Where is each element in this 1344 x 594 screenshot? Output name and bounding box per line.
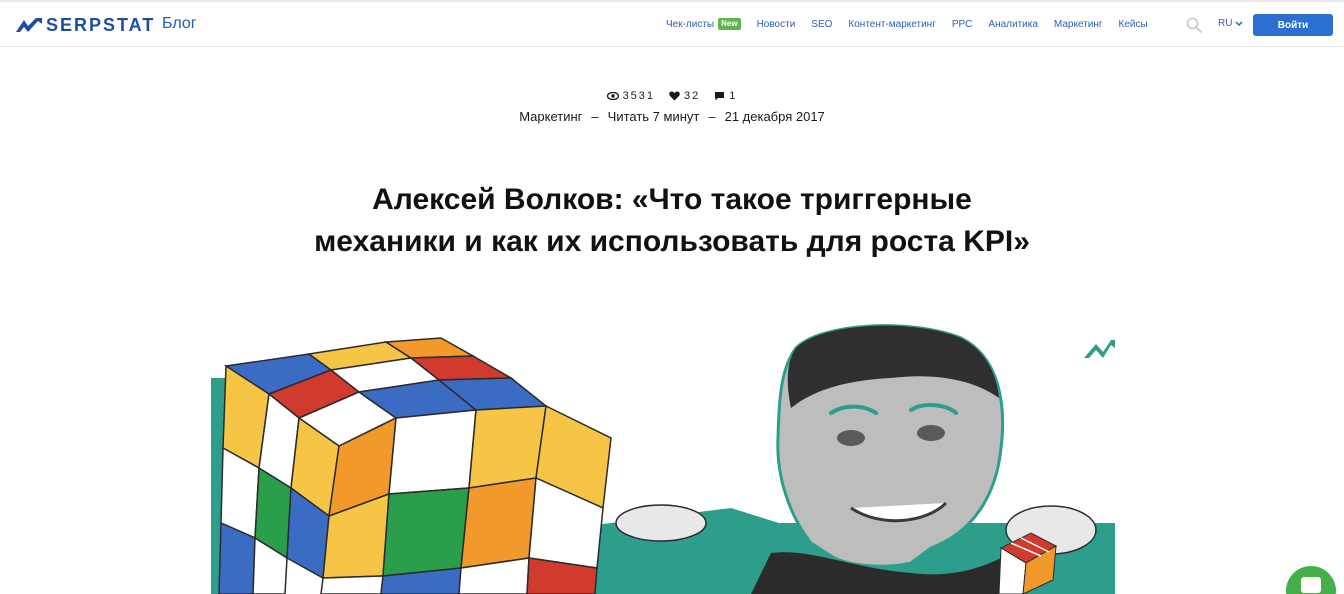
nav-item-analytics[interactable]: Аналитика	[988, 19, 1038, 30]
main-nav: Чек-листы New Новости SEO Контент-маркет…	[666, 18, 1164, 30]
new-badge: New	[718, 18, 741, 30]
article-title: Алексей Волков: «Что такое триггерные ме…	[272, 179, 1072, 263]
read-time: Читать 7 минут	[607, 109, 700, 124]
serpstat-logo[interactable]: SERPSTAT	[16, 14, 155, 36]
nav-item-ppc[interactable]: PPC	[952, 19, 973, 30]
comment-icon	[715, 92, 725, 101]
language-label: RU	[1218, 18, 1233, 29]
serpstat-watermark-icon	[1084, 340, 1115, 358]
nav-item-checklists[interactable]: Чек-листы New	[666, 18, 741, 30]
search-icon[interactable]	[1186, 17, 1202, 33]
rubik-cube-graphic	[218, 337, 612, 594]
chevron-down-icon	[1235, 20, 1243, 26]
nav-item-seo[interactable]: SEO	[811, 19, 832, 30]
publish-date: 21 декабря 2017	[724, 109, 825, 124]
comments-count: 1	[729, 90, 738, 102]
meta-separator: –	[591, 109, 599, 124]
login-button[interactable]: Войти	[1253, 14, 1333, 36]
language-selector[interactable]: RU	[1218, 18, 1243, 29]
title-line-2: механики и как их использовать для роста…	[314, 225, 1030, 258]
likes-stat: 32	[669, 90, 700, 102]
nav-item-marketing[interactable]: Маркетинг	[1054, 19, 1103, 30]
heart-icon	[669, 91, 680, 101]
views-count: 3531	[622, 90, 656, 102]
category-link[interactable]: Маркетинг	[519, 109, 582, 124]
article-meta: Маркетинг – Читать 7 минут –21 декабря 2017	[0, 109, 1344, 124]
top-divider	[0, 0, 1344, 2]
article-stats: 3531 32 1	[0, 90, 1344, 102]
serpstat-logo-icon	[16, 18, 42, 32]
meta-separator: –	[708, 109, 716, 124]
chat-icon	[1301, 577, 1321, 593]
views-stat: 3531	[606, 90, 656, 102]
eye-icon	[606, 92, 619, 100]
nav-item-content-marketing[interactable]: Контент-маркетинг	[848, 19, 935, 30]
blog-link[interactable]: Блог	[162, 15, 197, 33]
chat-widget-button[interactable]	[1286, 566, 1336, 594]
likes-count: 32	[684, 90, 701, 102]
nav-item-cases[interactable]: Кейсы	[1119, 19, 1148, 30]
nav-item-news[interactable]: Новости	[757, 19, 796, 30]
site-header: SERPSTAT Блог Чек-листы New Новости SEO …	[0, 0, 1344, 47]
brand-name: SERPSTAT	[46, 14, 156, 35]
nav-item-label: Чек-листы	[666, 18, 715, 30]
hero-image	[211, 318, 1115, 594]
comments-stat: 1	[714, 90, 737, 102]
title-line-1: Алексей Волков: «Что такое триггерные	[372, 183, 972, 216]
hero-illustration	[211, 324, 1115, 594]
